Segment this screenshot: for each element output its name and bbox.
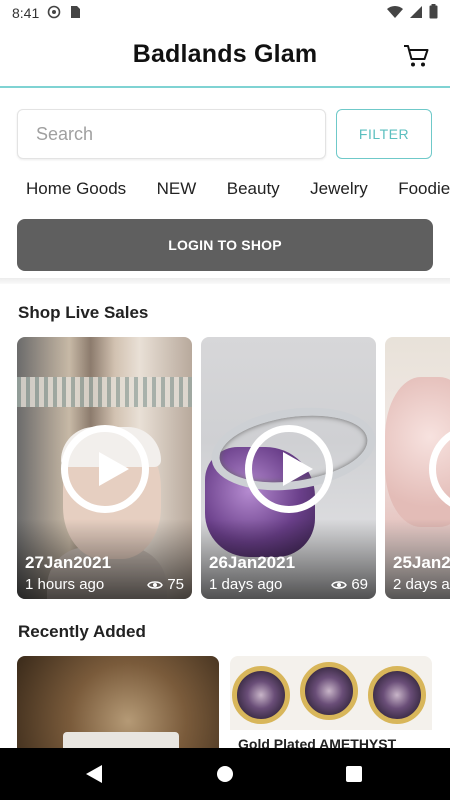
app-header: Badlands Glam bbox=[0, 26, 450, 88]
category-new[interactable]: NEW bbox=[157, 174, 197, 204]
category-foodie[interactable]: Foodie bbox=[398, 174, 450, 204]
play-icon[interactable] bbox=[245, 425, 333, 513]
view-count: 69 bbox=[331, 576, 368, 593]
status-bar: 8:41 bbox=[0, 0, 450, 26]
recently-added-title: Recently Added bbox=[18, 622, 146, 641]
category-tabs: Home Goods NEW Beauty Jewelry Foodie bbox=[0, 174, 450, 204]
live-sale-card[interactable]: 27Jan2021 1 hours ago 75 bbox=[17, 337, 192, 599]
live-sale-time-ago: 2 days a bbox=[393, 576, 450, 593]
product-image bbox=[63, 732, 179, 748]
login-to-shop-button[interactable]: LOGIN TO SHOP bbox=[17, 219, 433, 271]
recents-icon[interactable] bbox=[346, 766, 362, 782]
category-beauty[interactable]: Beauty bbox=[227, 174, 280, 204]
app-title: Badlands Glam bbox=[132, 40, 318, 68]
signal-icon bbox=[409, 5, 423, 22]
at-sign-icon bbox=[47, 5, 61, 22]
status-time: 8:41 bbox=[12, 5, 40, 21]
live-sale-date: 27Jan2021 bbox=[25, 553, 112, 572]
view-count-value: 75 bbox=[167, 576, 184, 593]
live-sale-time-ago: 1 days ago bbox=[209, 576, 283, 593]
live-sale-card[interactable]: 26Jan2021 1 days ago 69 bbox=[201, 337, 376, 599]
product-image bbox=[230, 656, 432, 730]
section-divider bbox=[0, 278, 450, 284]
live-sale-time-ago: 1 hours ago bbox=[25, 576, 105, 593]
battery-icon bbox=[429, 4, 438, 22]
system-nav-bar bbox=[0, 748, 450, 800]
live-sale-date: 26Jan2021 bbox=[209, 553, 296, 572]
view-count: 75 bbox=[147, 576, 184, 593]
product-card[interactable]: Gold Plated AMETHYST bbox=[230, 656, 432, 748]
sim-card-icon bbox=[69, 5, 81, 22]
live-sale-card[interactable]: 25Jan2 2 days a bbox=[385, 337, 450, 599]
filter-button[interactable]: FILTER bbox=[336, 109, 432, 159]
live-sales-carousel[interactable]: 27Jan2021 1 hours ago 75 26Jan2021 1 day… bbox=[17, 337, 450, 599]
product-card[interactable] bbox=[17, 656, 219, 748]
live-sales-title: Shop Live Sales bbox=[18, 303, 149, 322]
play-icon[interactable] bbox=[61, 425, 149, 513]
live-sale-date: 25Jan2 bbox=[393, 553, 450, 572]
cart-icon[interactable] bbox=[402, 42, 430, 70]
eye-icon bbox=[331, 580, 348, 589]
back-icon[interactable] bbox=[86, 765, 102, 783]
product-title: Gold Plated AMETHYST bbox=[238, 736, 397, 748]
category-jewelry[interactable]: Jewelry bbox=[310, 174, 368, 204]
search-input[interactable] bbox=[17, 109, 326, 159]
wifi-icon bbox=[387, 5, 403, 22]
eye-icon bbox=[147, 580, 164, 589]
home-icon[interactable] bbox=[217, 766, 233, 782]
category-home-goods[interactable]: Home Goods bbox=[26, 174, 126, 204]
recently-added-list[interactable]: Gold Plated AMETHYST bbox=[17, 656, 450, 748]
view-count-value: 69 bbox=[351, 576, 368, 593]
